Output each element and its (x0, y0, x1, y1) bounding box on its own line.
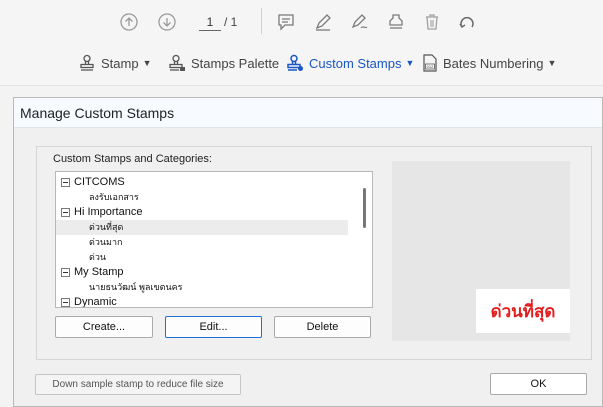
tree-scrollbar[interactable] (363, 188, 366, 228)
stamp-toolbar: Stamp ▼ Stamps Palette Custom Stamps ▼ 012… (0, 40, 603, 86)
stamps-group: Custom Stamps and Categories: CITCOMS ลง… (36, 146, 592, 360)
comment-icon[interactable] (276, 12, 296, 32)
stamp-tree[interactable]: CITCOMS ลงรับเอกสาร Hi Importance ด่วนที… (55, 171, 373, 308)
tree-category[interactable]: Dynamic (56, 295, 348, 308)
rotate-icon[interactable] (457, 12, 477, 32)
stamp-menu[interactable]: Stamp ▼ (78, 52, 152, 74)
chevron-down-icon: ▼ (142, 58, 152, 68)
tree-label: Hi Importance (74, 206, 143, 218)
palette-label: Stamps Palette (191, 55, 280, 71)
preview-stamp-text: ด่วนที่สุด (476, 289, 570, 333)
toolbar-divider (261, 8, 262, 34)
stamp-tool-icon[interactable] (386, 12, 406, 32)
delete-button[interactable]: Delete (274, 316, 371, 338)
tree-label: My Stamp (74, 266, 124, 278)
bates-numbering-icon: 012 (423, 54, 437, 72)
group-label: Custom Stamps and Categories: (53, 153, 212, 165)
create-button[interactable]: Create... (55, 316, 153, 338)
stamps-palette-icon (169, 54, 185, 71)
collapse-icon[interactable] (61, 268, 70, 277)
custom-stamp-icon (287, 54, 303, 71)
tree-label: ด่วนมาก (89, 237, 123, 247)
tree-stamp[interactable]: ด่วน (56, 250, 348, 265)
tree-label: ลงรับเอกสาร (89, 192, 139, 202)
manage-custom-stamps-dialog: Manage Custom Stamps Custom Stamps and C… (13, 97, 603, 407)
delete-icon[interactable] (422, 12, 442, 32)
tree-label: ด่วน (89, 252, 107, 262)
custom-stamps-label: Custom Stamps (309, 55, 402, 71)
collapse-icon[interactable] (61, 208, 70, 217)
stamp-icon (80, 54, 94, 71)
tree-stamp[interactable]: ด่วนมาก (56, 235, 348, 250)
highlight-pen-icon[interactable] (313, 12, 333, 32)
page-number-input[interactable]: 1 (199, 15, 221, 31)
prev-page-icon[interactable] (119, 12, 139, 32)
collapse-icon[interactable] (61, 298, 70, 307)
tree-stamp[interactable]: ลงรับเอกสาร (56, 190, 348, 205)
tree-stamp-selected[interactable]: ด่วนที่สุด (56, 220, 348, 235)
tree-label: นายธนวัฒน์ พูลเขตนคร (89, 282, 183, 292)
custom-stamps-menu[interactable]: Custom Stamps ▼ (286, 52, 414, 74)
tree-label: Dynamic (74, 296, 117, 308)
sign-icon[interactable] (350, 12, 370, 32)
edit-button[interactable]: Edit... (165, 316, 262, 338)
ok-button[interactable]: OK (490, 373, 587, 395)
tree-category[interactable]: CITCOMS (56, 175, 348, 190)
dialog-title: Manage Custom Stamps (14, 98, 602, 128)
tree-category[interactable]: My Stamp (56, 265, 348, 280)
page-total: / 1 (224, 15, 238, 29)
stamps-palette-button[interactable]: Stamps Palette (168, 52, 279, 74)
next-page-icon[interactable] (157, 12, 177, 32)
tree-label: CITCOMS (74, 176, 125, 188)
stamp-preview: ด่วนที่สุด (392, 161, 570, 341)
bates-label: Bates Numbering (443, 55, 544, 71)
bates-numbering-menu[interactable]: 012 Bates Numbering ▼ (422, 52, 556, 74)
top-toolbar: 1 / 1 (0, 0, 603, 40)
tree-stamp[interactable]: นายธนวัฒน์ พูลเขตนคร (56, 280, 348, 295)
downsample-button[interactable]: Down sample stamp to reduce file size (35, 374, 241, 395)
tree-label: ด่วนที่สุด (89, 222, 124, 232)
stamp-label: Stamp (101, 55, 139, 71)
svg-text:012: 012 (427, 64, 434, 69)
collapse-icon[interactable] (61, 178, 70, 187)
chevron-down-icon: ▼ (405, 58, 415, 68)
chevron-down-icon: ▼ (547, 58, 557, 68)
tree-category[interactable]: Hi Importance (56, 205, 348, 220)
